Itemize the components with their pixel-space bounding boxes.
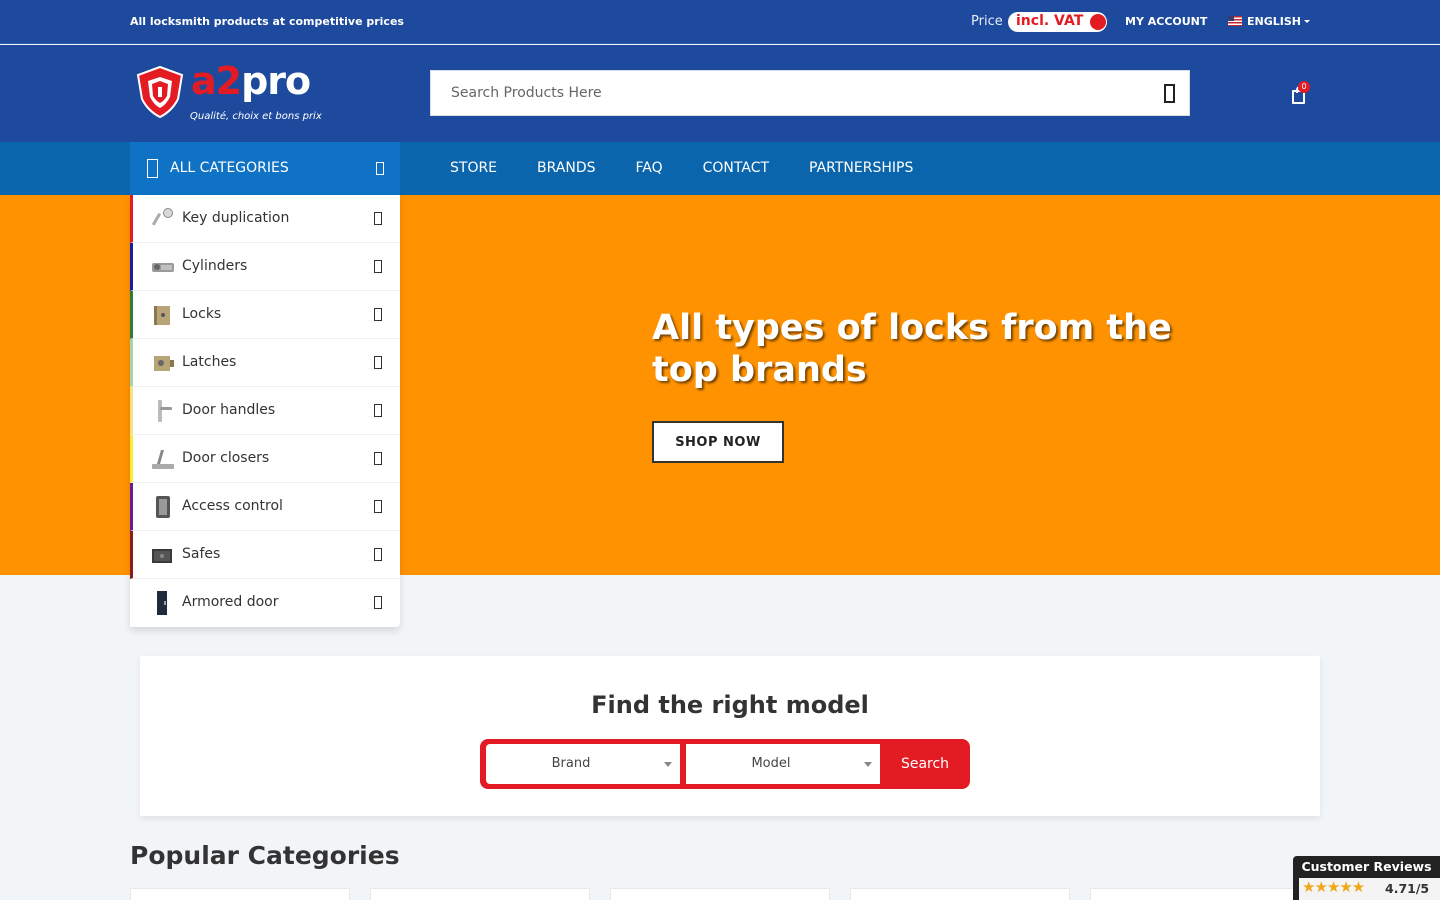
chevron-right-icon	[374, 212, 382, 225]
model-search-button[interactable]: Search	[880, 739, 970, 789]
category-item-key-duplication[interactable]: Key duplication	[130, 195, 400, 243]
star-rating-icon: ★★★★★	[1302, 878, 1365, 896]
logo-wordmark: a2pro	[191, 59, 311, 103]
search-button[interactable]	[1149, 71, 1189, 115]
category-label: Cylinders	[182, 258, 248, 274]
category-item-latches[interactable]: Latches	[130, 339, 400, 387]
chevron-right-icon	[374, 356, 382, 369]
category-label: Key duplication	[182, 210, 290, 226]
search-bar	[430, 70, 1190, 116]
model-finder: Find the right model Brand Model Search	[140, 656, 1320, 816]
category-item-locks[interactable]: Locks	[130, 291, 400, 339]
nav-links: STORE BRANDS FAQ CONTACT PARTNERSHIPS	[430, 142, 933, 195]
chevron-right-icon	[374, 452, 382, 465]
top-bar: All locksmith products at competitive pr…	[0, 0, 1440, 44]
nav-link-contact[interactable]: CONTACT	[683, 142, 789, 195]
category-item-door-closers[interactable]: Door closers	[130, 435, 400, 483]
key-icon	[151, 208, 173, 226]
lock-icon	[154, 306, 170, 325]
nav-link-faq[interactable]: FAQ	[616, 142, 683, 195]
chevron-right-icon	[374, 500, 382, 513]
hero-heading: All types of locks from the top brands	[652, 308, 1172, 390]
vat-toggle-label: incl. VAT	[1016, 13, 1084, 29]
cylinder-icon	[152, 263, 174, 272]
search-icon	[1163, 83, 1175, 103]
popular-category-card[interactable]	[850, 888, 1070, 900]
category-item-armored-door[interactable]: Armored door	[130, 579, 400, 627]
model-finder-form: Brand Model Search	[480, 739, 970, 789]
category-label: Locks	[182, 306, 222, 322]
category-item-cylinders[interactable]: Cylinders	[130, 243, 400, 291]
chevron-right-icon	[374, 308, 382, 321]
customer-reviews-widget[interactable]: Customer Reviews ★★★★★ 4.71/5	[1293, 856, 1440, 900]
all-categories-button[interactable]: ALL CATEGORIES	[130, 142, 400, 195]
armored-door-icon	[157, 591, 167, 615]
search-input[interactable]	[431, 71, 1131, 115]
nav-link-store[interactable]: STORE	[430, 142, 517, 195]
model-finder-title: Find the right model	[591, 691, 869, 719]
vat-toggle[interactable]: incl. VAT	[1008, 12, 1107, 32]
door-handle-icon	[158, 400, 172, 422]
popular-category-card[interactable]	[610, 888, 830, 900]
model-select[interactable]: Model	[686, 744, 880, 784]
main-nav: ALL CATEGORIES STORE BRANDS FAQ CONTACT …	[0, 142, 1440, 195]
chevron-right-icon	[374, 548, 382, 561]
cart-count-badge: 0	[1298, 81, 1310, 93]
nav-link-brands[interactable]: BRANDS	[517, 142, 615, 195]
chevron-right-icon	[374, 404, 382, 417]
price-label: Price	[971, 14, 1003, 29]
category-item-safes[interactable]: Safes	[130, 531, 400, 579]
safe-icon	[152, 549, 172, 563]
brand-select-value: Brand	[551, 756, 591, 771]
language-selector[interactable]: ENGLISH	[1228, 15, 1310, 28]
popular-categories-title: Popular Categories	[130, 841, 400, 870]
category-dropdown: Key duplication Cylinders Locks Latches …	[130, 195, 400, 627]
rating-score: 4.71/5	[1385, 881, 1430, 896]
chevron-down-icon	[376, 162, 384, 175]
category-label: Armored door	[182, 594, 279, 610]
reviews-rating: ★★★★★ 4.71/5	[1299, 878, 1440, 900]
language-label: ENGLISH	[1247, 15, 1301, 28]
category-label: Latches	[182, 354, 237, 370]
model-select-value: Model	[751, 756, 791, 771]
all-categories-label: ALL CATEGORIES	[170, 160, 289, 176]
brand-select[interactable]: Brand	[486, 744, 680, 784]
chevron-right-icon	[374, 260, 382, 273]
us-flag-icon	[1228, 16, 1242, 26]
category-item-access-control[interactable]: Access control	[130, 483, 400, 531]
header: a2pro Qualité, choix et bons prix 0	[0, 45, 1440, 142]
door-closer-icon	[152, 450, 174, 469]
reviews-title: Customer Reviews	[1301, 859, 1432, 874]
top-tagline: All locksmith products at competitive pr…	[130, 15, 404, 28]
category-label: Door handles	[182, 402, 276, 418]
category-label: Door closers	[182, 450, 270, 466]
menu-icon	[147, 159, 158, 178]
popular-category-card[interactable]	[370, 888, 590, 900]
access-control-icon	[156, 496, 170, 518]
cart-button[interactable]: 0	[1290, 81, 1310, 107]
chevron-down-icon	[864, 762, 872, 767]
chevron-right-icon	[374, 596, 382, 609]
shield-logo-icon	[136, 65, 184, 119]
nav-link-partnerships[interactable]: PARTNERSHIPS	[789, 142, 933, 195]
chevron-down-icon	[1303, 20, 1310, 23]
vat-toggle-knob	[1090, 14, 1106, 30]
popular-category-card[interactable]	[130, 888, 350, 900]
site-logo[interactable]: a2pro Qualité, choix et bons prix	[136, 59, 326, 127]
category-item-door-handles[interactable]: Door handles	[130, 387, 400, 435]
logo-tagline: Qualité, choix et bons prix	[190, 111, 322, 122]
chevron-down-icon	[664, 762, 672, 767]
latch-icon	[154, 356, 174, 371]
popular-category-card[interactable]	[1090, 888, 1310, 900]
category-label: Safes	[182, 546, 221, 562]
shop-now-button[interactable]: SHOP NOW	[652, 421, 784, 463]
my-account-link[interactable]: MY ACCOUNT	[1125, 15, 1207, 28]
category-label: Access control	[182, 498, 283, 514]
